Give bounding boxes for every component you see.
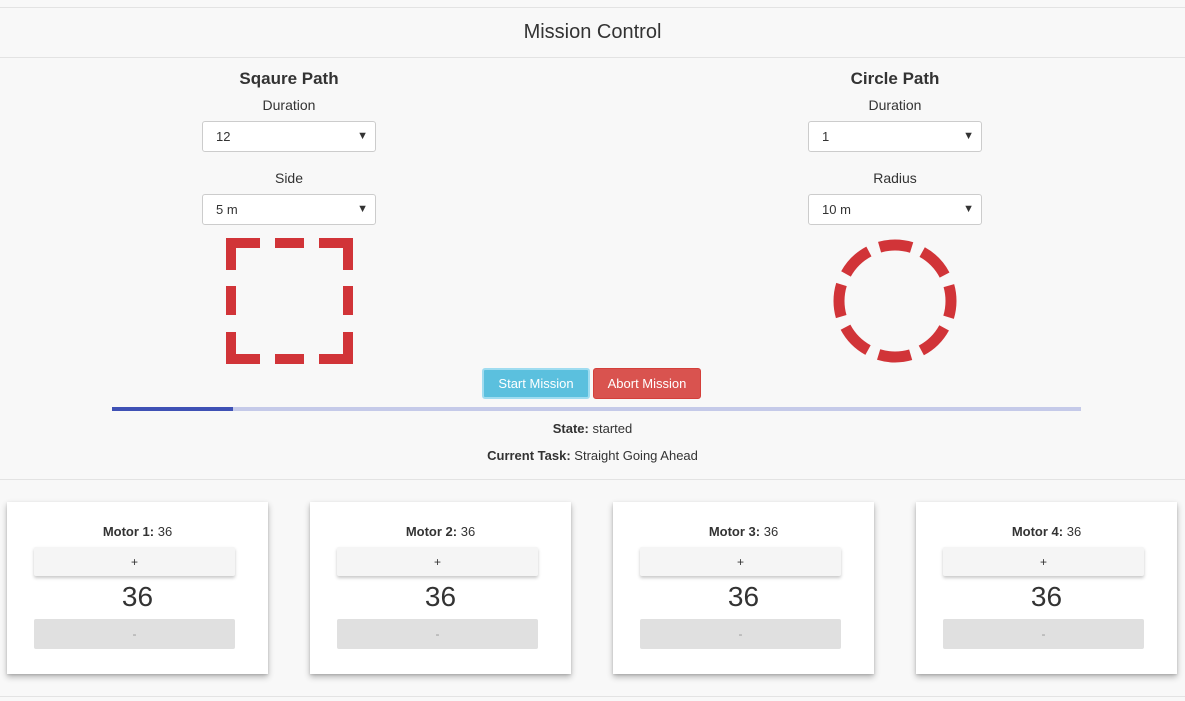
circle-duration-value: 1 (822, 129, 830, 144)
current-task-line: Current Task: Straight Going Ahead (0, 448, 1185, 463)
motor-value-display: 36 (727, 581, 760, 612)
motor-label: Motor 1: (102, 524, 155, 539)
motor-title: Motor 2: 36 (310, 524, 571, 539)
square-side-select[interactable]: 5 m ▼ (202, 194, 376, 225)
circle-radius-select[interactable]: 10 m ▼ (808, 194, 982, 225)
dashed-square-icon[interactable] (226, 238, 353, 369)
caret-down-icon: ▼ (963, 203, 974, 215)
motor-card-2: Motor 2: 36 + 36 - (310, 502, 571, 674)
circle-duration-label: Duration (868, 97, 922, 113)
motor-value-display: 36 (121, 581, 154, 612)
motor-decrease-button[interactable]: - (640, 619, 841, 649)
motor-label: Motor 3: (708, 524, 761, 539)
motor-increase-button[interactable]: + (943, 547, 1144, 576)
dashed-circle-icon[interactable] (832, 238, 958, 369)
mission-progress-bar (112, 407, 1081, 411)
motor-title: Motor 1: 36 (7, 524, 268, 539)
square-duration-value: 12 (216, 129, 231, 144)
state-line: State: started (0, 421, 1185, 436)
square-path-panel: Sqaure Path Duration 12 ▼ Side 5 m ▼ (202, 68, 376, 225)
square-duration-label: Duration (262, 97, 316, 113)
motor-title: Motor 3: 36 (613, 524, 874, 539)
motor-card-1: Motor 1: 36 + 36 - (7, 502, 268, 674)
circle-path-title: Circle Path (850, 69, 940, 88)
square-side-label: Side (274, 170, 304, 186)
caret-down-icon: ▼ (357, 203, 368, 215)
motor-label: Motor 2: (405, 524, 458, 539)
section-divider (0, 479, 1185, 480)
motor-title-value: 36 (1066, 524, 1082, 539)
motor-title-value: 36 (763, 524, 779, 539)
motor-decrease-button[interactable]: - (34, 619, 235, 649)
circle-radius-value: 10 m (822, 202, 851, 217)
current-task-label: Current Task: (487, 448, 571, 463)
start-mission-button[interactable]: Start Mission (482, 368, 590, 399)
caret-down-icon: ▼ (357, 130, 368, 142)
square-side-value: 5 m (216, 202, 238, 217)
page-title: Mission Control (523, 21, 662, 43)
circle-duration-select[interactable]: 1 ▼ (808, 121, 982, 152)
motor-decrease-button[interactable]: - (943, 619, 1144, 649)
motor-card-4: Motor 4: 36 + 36 - (916, 502, 1177, 674)
motor-card-3: Motor 3: 36 + 36 - (613, 502, 874, 674)
abort-mission-button[interactable]: Abort Mission (593, 368, 701, 399)
square-path-title: Sqaure Path (239, 69, 339, 88)
current-task-value: Straight Going Ahead (574, 448, 698, 463)
circle-path-panel: Circle Path Duration 1 ▼ Radius 10 m ▼ (808, 68, 982, 225)
bottom-border (0, 696, 1185, 697)
mission-progress-fill (112, 407, 234, 411)
square-duration-select[interactable]: 12 ▼ (202, 121, 376, 152)
page-header: Mission Control (0, 8, 1185, 58)
motor-title-value: 36 (157, 524, 173, 539)
circle-radius-label: Radius (873, 170, 917, 186)
motor-increase-button[interactable]: + (337, 547, 538, 576)
motor-title-value: 36 (460, 524, 476, 539)
state-label: State: (552, 421, 589, 436)
motor-label: Motor 4: (1011, 524, 1064, 539)
caret-down-icon: ▼ (963, 130, 974, 142)
motor-title: Motor 4: 36 (916, 524, 1177, 539)
motor-value-display: 36 (1030, 581, 1063, 612)
motor-decrease-button[interactable]: - (337, 619, 538, 649)
motor-value-display: 36 (424, 581, 457, 612)
state-value: started (592, 421, 633, 436)
motor-increase-button[interactable]: + (34, 547, 235, 576)
motor-increase-button[interactable]: + (640, 547, 841, 576)
